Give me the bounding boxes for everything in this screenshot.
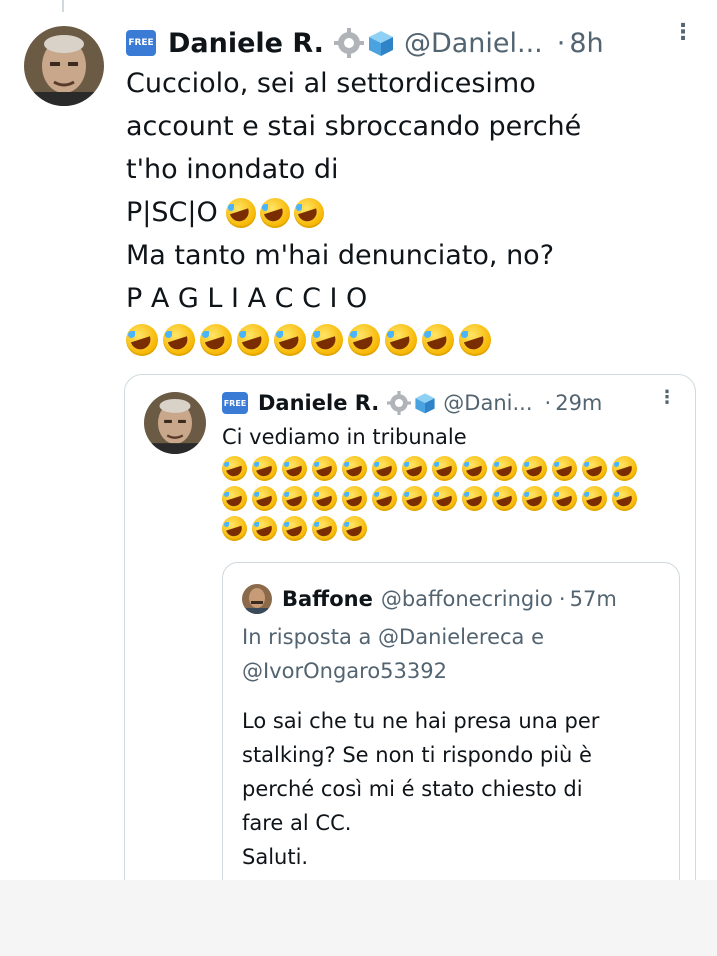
quoted-tweet-text: Ci vediamo in tribunale (222, 425, 467, 449)
rolling-laughing-emoji-icon (126, 324, 158, 356)
tweet-line: Ma tanto m'hai denunciato, no? (126, 240, 555, 271)
rolling-laughing-emoji-icon (293, 197, 324, 228)
rolling-laughing-emoji-icon (612, 456, 637, 481)
emoji-group (225, 197, 328, 228)
nested-avatar[interactable] (242, 584, 272, 614)
rolling-laughing-emoji-icon (163, 324, 195, 356)
cube-icon (368, 31, 393, 56)
author-handle[interactable]: @baffonecringio (381, 587, 553, 611)
avatar-image (242, 584, 272, 614)
rolling-laughing-emoji-icon (274, 324, 306, 356)
tweet-time[interactable]: 8h (569, 28, 603, 59)
rolling-laughing-emoji-icon (342, 456, 367, 481)
author-name[interactable]: Baffone (282, 587, 373, 611)
rolling-laughing-emoji-icon (385, 324, 417, 356)
author-handle[interactable]: @Daniel... (404, 28, 543, 59)
rolling-laughing-emoji-icon (432, 486, 457, 511)
emoji-block (222, 456, 642, 546)
rolling-laughing-emoji-icon (252, 516, 277, 541)
rolling-laughing-emoji-icon (252, 486, 277, 511)
rolling-laughing-emoji-icon (348, 324, 380, 356)
tweet-line: account e stai sbroccando perché (126, 111, 582, 142)
rolling-laughing-emoji-icon (282, 516, 307, 541)
tweet-time[interactable]: 29m (555, 391, 602, 415)
rolling-laughing-emoji-icon (402, 456, 427, 481)
rolling-laughing-emoji-icon (200, 324, 232, 356)
reply-mention-link[interactable]: @IvorOngaro53392 (242, 659, 447, 683)
avatar[interactable] (24, 26, 104, 106)
avatar-image (144, 392, 206, 454)
more-options-icon[interactable]: ⋮ (672, 22, 694, 44)
emoji-row (222, 456, 642, 481)
rolling-laughing-emoji-icon (432, 456, 457, 481)
rolling-laughing-emoji-icon (311, 324, 343, 356)
rolling-laughing-emoji-icon (372, 456, 397, 481)
author-name[interactable]: Daniele R. (168, 28, 324, 59)
rolling-laughing-emoji-icon (522, 486, 547, 511)
rolling-laughing-emoji-icon (222, 516, 247, 541)
emoji-row (222, 516, 642, 541)
rolling-laughing-emoji-icon (492, 486, 517, 511)
free-badge-icon: FREE (222, 392, 248, 414)
reply-and: e (531, 625, 545, 649)
rolling-laughing-emoji-icon (225, 197, 256, 228)
rolling-laughing-emoji-icon (282, 456, 307, 481)
rolling-laughing-emoji-icon (259, 197, 290, 228)
tweet-line: P A G L I A C C I O (126, 283, 368, 314)
nested-quote-header: Baffone @baffonecringio · 57m (282, 584, 617, 614)
rolling-laughing-emoji-icon (282, 486, 307, 511)
cube-icon (415, 393, 435, 414)
thread-connector-line (62, 0, 64, 12)
rolling-laughing-emoji-icon (312, 456, 337, 481)
tweet-header: FREE Daniele R. @Daniel... · 8h (126, 24, 604, 62)
rolling-laughing-emoji-icon (462, 486, 487, 511)
more-options-icon[interactable]: ⋮ (658, 389, 676, 407)
rolling-laughing-emoji-icon (462, 456, 487, 481)
rolling-laughing-emoji-icon (237, 324, 269, 356)
reply-context: In risposta a @Danielereca e @IvorOngaro… (242, 620, 662, 688)
reply-mention-link[interactable]: @Danielereca (378, 625, 524, 649)
rolling-laughing-emoji-icon (492, 456, 517, 481)
rolling-laughing-emoji-icon (342, 486, 367, 511)
tweet-time[interactable]: 57m (570, 587, 617, 611)
rolling-laughing-emoji-icon (552, 486, 577, 511)
author-handle[interactable]: @Dani... (443, 391, 532, 415)
author-name[interactable]: Daniele R. (258, 391, 379, 415)
rolling-laughing-emoji-icon (222, 486, 247, 511)
rolling-laughing-emoji-icon (522, 456, 547, 481)
emoji-row (126, 324, 496, 356)
rolling-laughing-emoji-icon (222, 456, 247, 481)
rolling-laughing-emoji-icon (252, 456, 277, 481)
tweet-line: Cucciolo, sei al settordicesimo (126, 68, 536, 99)
rolling-laughing-emoji-icon (312, 486, 337, 511)
tweet-line: t'ho inondato di (126, 154, 339, 185)
gear-icon (387, 391, 412, 415)
bottom-background (0, 880, 717, 956)
avatar-image (24, 26, 104, 106)
separator-dot: · (544, 391, 552, 415)
rolling-laughing-emoji-icon (612, 486, 637, 511)
rolling-laughing-emoji-icon (582, 456, 607, 481)
free-badge-icon: FREE (126, 30, 156, 56)
emoji-row (222, 486, 642, 511)
reply-prefix: In risposta a (242, 625, 372, 649)
separator-dot: · (556, 27, 566, 59)
tweet-line: P|SC|O (126, 197, 218, 228)
quoted-tweet-header: FREE Daniele R. @Dani... · 29m (222, 388, 602, 418)
rolling-laughing-emoji-icon (342, 516, 367, 541)
tweet-text: Cucciolo, sei al settordicesimo account … (126, 62, 581, 320)
rolling-laughing-emoji-icon (402, 486, 427, 511)
separator-dot: · (558, 587, 566, 611)
rolling-laughing-emoji-icon (372, 486, 397, 511)
rolling-laughing-emoji-icon (312, 516, 337, 541)
rolling-laughing-emoji-icon (422, 324, 454, 356)
rolling-laughing-emoji-icon (582, 486, 607, 511)
rolling-laughing-emoji-icon (459, 324, 491, 356)
rolling-laughing-emoji-icon (552, 456, 577, 481)
gear-icon (333, 28, 364, 58)
nested-quote-body: Lo sai che tu ne hai presa una per stalk… (242, 709, 600, 869)
quoted-avatar[interactable] (144, 392, 206, 454)
